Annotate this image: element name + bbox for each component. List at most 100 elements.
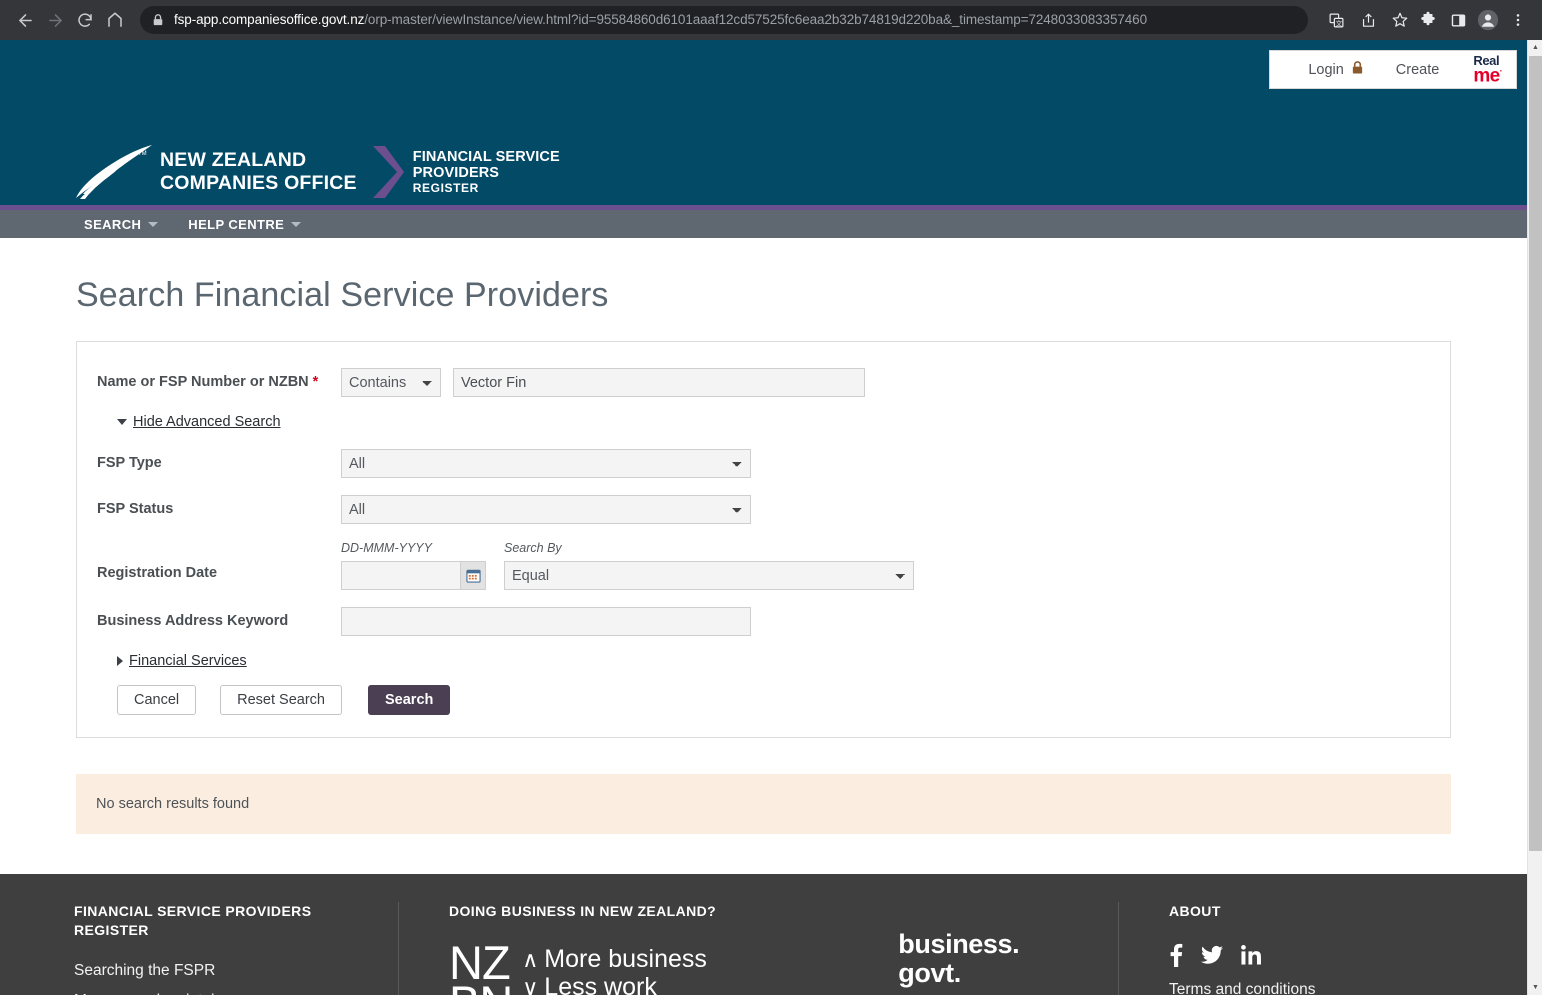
browser-actions <box>1414 6 1532 34</box>
three-dot-menu-icon[interactable] <box>1504 6 1532 34</box>
home-icon[interactable] <box>100 5 130 35</box>
reset-search-button[interactable]: Reset Search <box>220 685 342 715</box>
main-navigation: SEARCH HELP CENTRE <box>0 210 1527 238</box>
silver-fern-icon: TM <box>74 143 156 201</box>
cancel-button[interactable]: Cancel <box>117 685 197 715</box>
name-match-select[interactable]: Contains <box>341 368 441 397</box>
triangle-down-icon <box>117 419 127 425</box>
realme-me-text: me· <box>1473 64 1502 86</box>
nav-item-help-centre[interactable]: HELP CENTRE <box>188 216 302 232</box>
fspr-wordmark: FINANCIAL SERVICE PROVIDERS REGISTER <box>413 149 560 195</box>
scrollbar-thumb[interactable] <box>1529 56 1542 851</box>
footer-column-about: ABOUT Terms and conditions Contact us <box>1118 902 1527 995</box>
brand-line-1: NEW ZEALAND <box>160 149 307 172</box>
purple-chevron-icon <box>371 144 405 200</box>
name-search-input[interactable] <box>453 368 865 397</box>
calendar-icon[interactable] <box>460 561 486 590</box>
required-marker: * <box>312 374 319 390</box>
fsp-status-label: FSP Status <box>97 501 174 517</box>
date-input-wrap <box>341 561 486 590</box>
search-results-message: No search results found <box>76 774 1451 834</box>
business-address-input[interactable] <box>341 607 751 636</box>
search-form-panel: Name or FSP Number or NZBN * Contains Hi… <box>76 341 1451 738</box>
bgnz-line-2: govt. <box>898 958 961 989</box>
chevron-up-glyph: ∧ <box>522 946 539 972</box>
side-panel-icon[interactable] <box>1444 6 1472 34</box>
nzbn-tagline-block: ∧More business ∨Less work NEW ZEALAND BU… <box>522 943 750 995</box>
triangle-right-icon <box>117 656 123 666</box>
registration-date-controls: DD-MMM-YYYY Search By Equal <box>341 541 914 590</box>
footer-column-doing-business: DOING BUSINESS IN NEW ZEALAND? NZ BN ∧Mo… <box>398 902 1118 995</box>
chevron-down-icon <box>291 221 302 227</box>
date-format-hint: DD-MMM-YYYY <box>341 541 432 555</box>
fspr-line-1: FINANCIAL SERVICE <box>412 149 560 166</box>
fsp-type-select[interactable]: All <box>341 449 751 478</box>
omnibox-actions: 文 <box>1322 6 1414 34</box>
form-row-registration-date: Registration Date DD-MMM-YYYY Search By … <box>97 541 1430 590</box>
site-footer: FINANCIAL SERVICE PROVIDERS REGISTER Sea… <box>0 874 1527 995</box>
form-row-fsp-type: FSP Type All <box>97 449 1430 478</box>
back-arrow-icon[interactable] <box>10 5 40 35</box>
fspr-line-2: PROVIDERS <box>412 165 500 182</box>
page-scrollbar[interactable]: ▲ ▼ <box>1527 40 1542 995</box>
login-label: Login <box>1308 61 1344 78</box>
scroll-down-arrow[interactable]: ▼ <box>1528 980 1542 995</box>
footer-heading-fspr: FINANCIAL SERVICE PROVIDERS REGISTER <box>74 903 312 938</box>
form-row-business-address: Business Address Keyword <box>97 607 1430 636</box>
scroll-up-arrow[interactable]: ▲ <box>1528 40 1542 55</box>
browser-toolbar: fsp-app.companiesoffice.govt.nz/orp-mast… <box>0 0 1542 40</box>
social-links <box>1169 943 1493 967</box>
share-icon[interactable] <box>1354 6 1382 34</box>
page-content: Login Create Real me· TM NEW ZEALAND COM… <box>0 40 1527 995</box>
realme-logo[interactable]: Real me· <box>1473 54 1502 86</box>
facebook-icon[interactable] <box>1169 943 1183 967</box>
address-bar[interactable]: fsp-app.companiesoffice.govt.nz/orp-mast… <box>140 6 1308 34</box>
footer-column-fspr: FINANCIAL SERVICE PROVIDERS REGISTER Sea… <box>0 902 398 995</box>
business-address-label: Business Address Keyword <box>97 613 289 629</box>
advanced-search-toggle[interactable]: Hide Advanced Search <box>117 414 1430 430</box>
nav-label-help-centre: HELP CENTRE <box>188 216 285 232</box>
bgnz-line-1: business. <box>898 929 1020 959</box>
brand-line-2: COMPANIES OFFICE <box>160 172 357 194</box>
url-text: fsp-app.companiesoffice.govt.nz/orp-mast… <box>174 6 1147 34</box>
lock-icon <box>152 13 164 27</box>
reload-icon[interactable] <box>70 5 100 35</box>
registration-date-label: Registration Date <box>97 565 218 581</box>
create-account-button[interactable]: Create <box>1380 62 1456 78</box>
financial-services-label: Financial Services <box>129 653 247 669</box>
footer-heading-doing-business: DOING BUSINESS IN NEW ZEALAND? <box>449 903 717 919</box>
fsp-status-select[interactable]: All <box>341 495 751 524</box>
footer-link-searching-the-fspr[interactable]: Searching the FSPR <box>74 962 364 980</box>
url-host: fsp-app.companiesoffice.govt.nz <box>174 12 365 27</box>
footer-heading-about: ABOUT <box>1169 903 1221 919</box>
linkedin-icon[interactable] <box>1241 944 1261 966</box>
translate-icon[interactable]: 文 <box>1322 6 1350 34</box>
profile-avatar-icon[interactable] <box>1474 6 1502 34</box>
no-results-text: No search results found <box>96 796 250 812</box>
nav-item-search[interactable]: SEARCH <box>84 216 159 232</box>
bgnz-line-3: nz <box>898 988 1019 995</box>
nzbn-tagline-2: ∨ Less work <box>522 973 750 995</box>
login-button[interactable]: Login <box>1292 60 1379 79</box>
fsp-type-label: FSP Type <box>97 455 162 471</box>
search-button[interactable]: Search <box>368 685 451 715</box>
nav-label-search: SEARCH <box>84 216 142 232</box>
registration-date-input[interactable] <box>341 561 460 590</box>
login-bar: Login Create Real me· <box>1269 50 1517 89</box>
form-buttons: Cancel Reset Search Search <box>97 685 1430 715</box>
nzbn-logo[interactable]: NZ BN ∧More business ∨Less work NEW ZEA <box>449 939 750 995</box>
financial-services-toggle[interactable]: Financial Services <box>117 653 1430 669</box>
date-input-group: DD-MMM-YYYY <box>341 541 486 590</box>
business-govt-nz-logo[interactable]: business. govt. nz <box>898 929 1020 995</box>
chevron-down-glyph: ∨ <box>522 974 539 995</box>
twitter-icon[interactable] <box>1201 945 1223 965</box>
footer-link-terms-and-conditions[interactable]: Terms and conditions <box>1169 981 1493 995</box>
companies-office-wordmark: NEW ZEALAND COMPANIES OFFICE <box>160 149 357 194</box>
bookmark-star-icon[interactable] <box>1386 6 1414 34</box>
name-label-text: Name or FSP Number or NZBN <box>97 374 309 390</box>
site-header: Login Create Real me· TM NEW ZEALAND COM… <box>0 40 1527 205</box>
search-by-select[interactable]: Equal <box>504 561 914 590</box>
extensions-puzzle-icon[interactable] <box>1414 6 1442 34</box>
site-brand-logo[interactable]: TM NEW ZEALAND COMPANIES OFFICE FINANCIA… <box>74 143 560 201</box>
forward-arrow-icon[interactable] <box>40 5 70 35</box>
